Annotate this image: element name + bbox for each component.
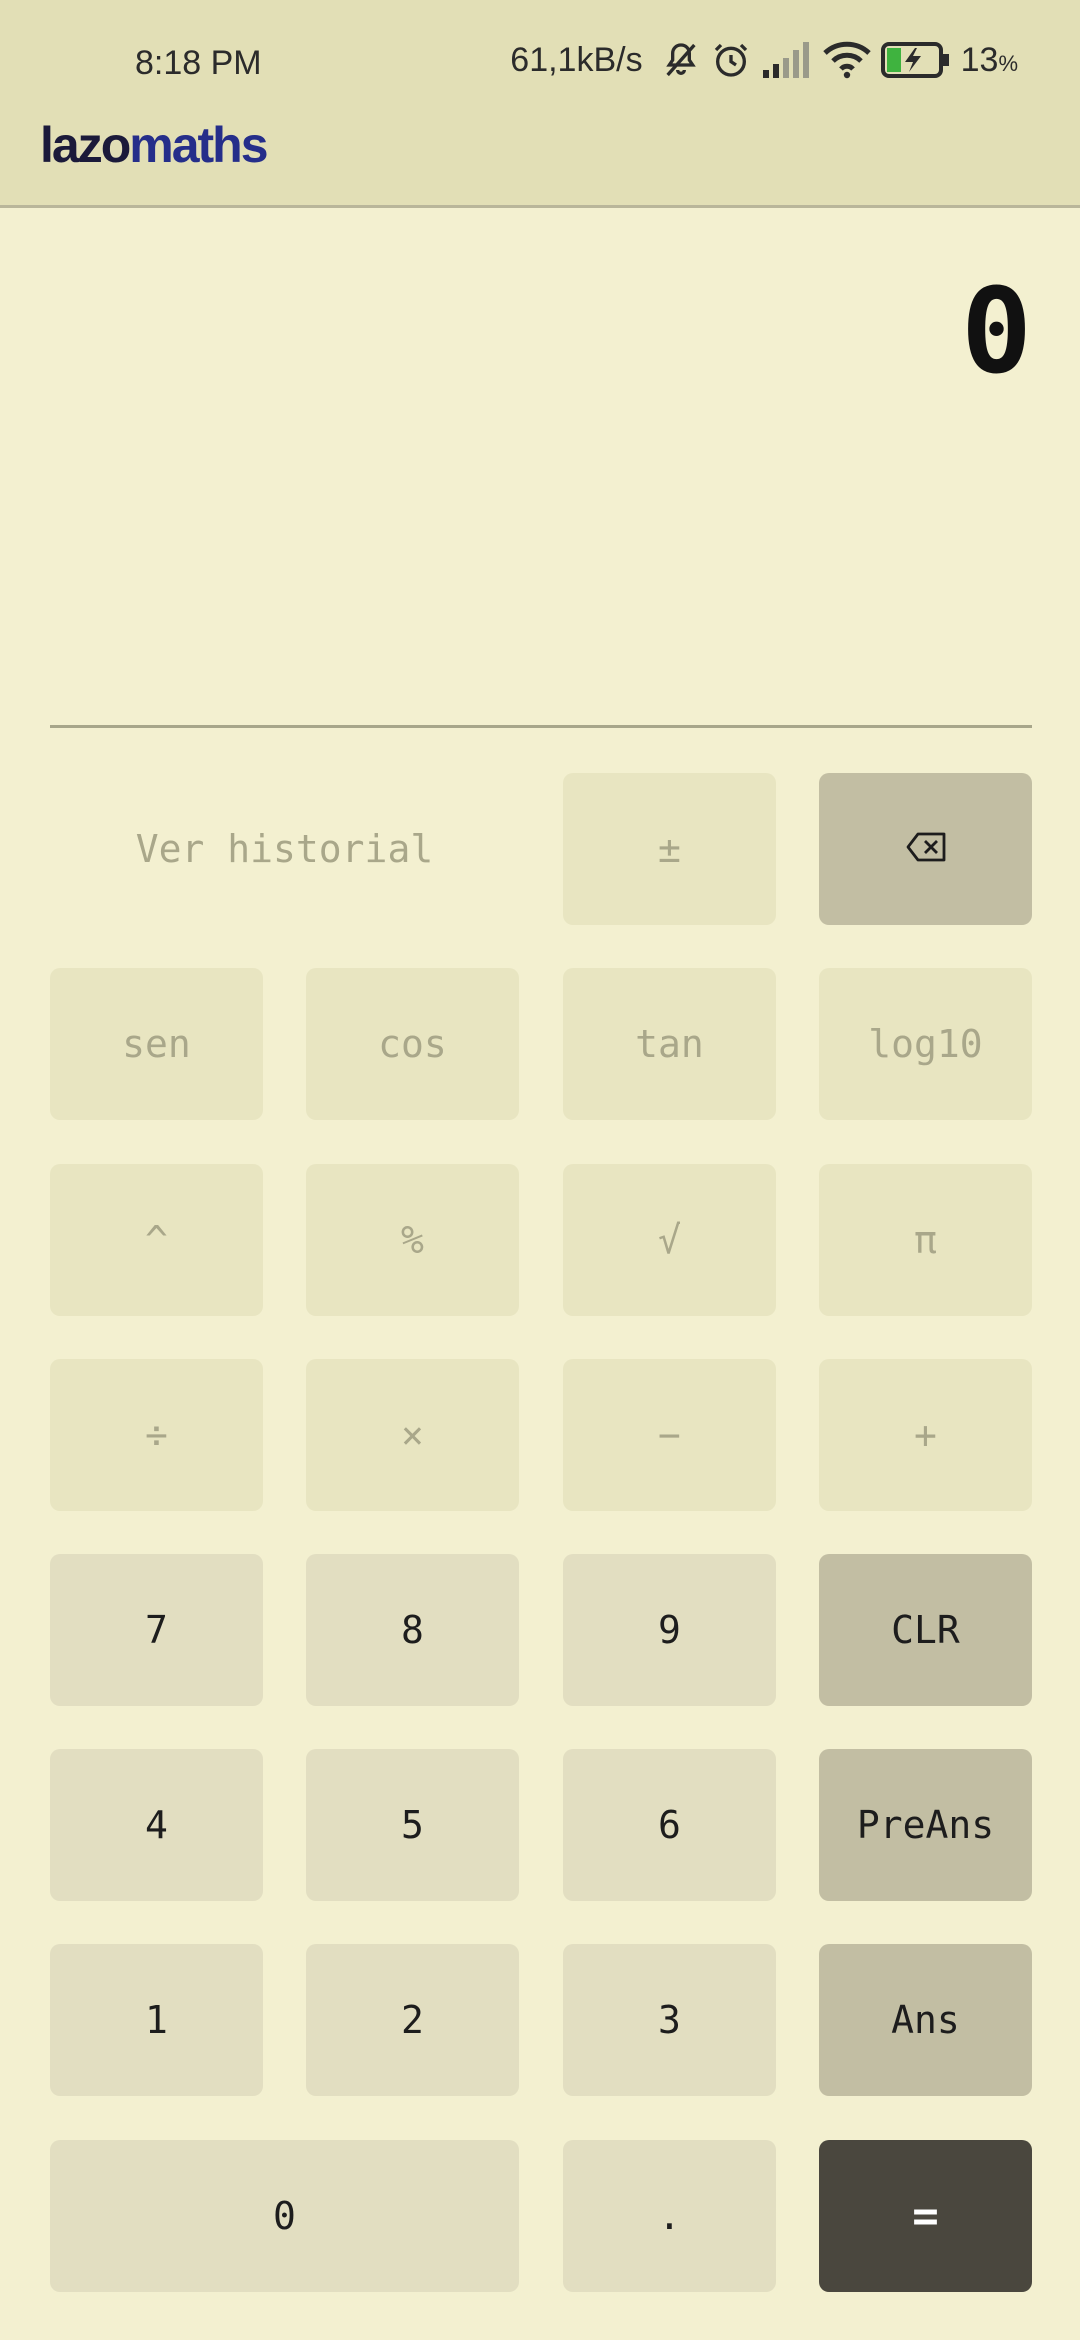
- mute-bell-icon: [661, 40, 701, 80]
- digit-8-button[interactable]: 8: [306, 1554, 519, 1706]
- view-history-button[interactable]: Ver historial: [50, 773, 519, 925]
- digit-6-button[interactable]: 6: [563, 1749, 776, 1901]
- digit-9-button[interactable]: 9: [563, 1554, 776, 1706]
- logo-part-lazo: lazo: [40, 117, 131, 173]
- status-bar: 8:18 PM 61,1kB/s 13%: [0, 0, 1080, 126]
- preans-button[interactable]: PreAns: [819, 1749, 1032, 1901]
- calculator-display: 0: [50, 210, 1032, 727]
- digit-5-button[interactable]: 5: [306, 1749, 519, 1901]
- digit-2-button[interactable]: 2: [306, 1944, 519, 2096]
- ans-button[interactable]: Ans: [819, 1944, 1032, 2096]
- digit-3-button[interactable]: 3: [563, 1944, 776, 2096]
- power-button[interactable]: ^: [50, 1164, 263, 1316]
- signal-icon: [761, 42, 813, 78]
- wifi-icon: [822, 41, 871, 79]
- tangent-button[interactable]: tan: [563, 968, 776, 1120]
- clear-button[interactable]: CLR: [819, 1554, 1032, 1706]
- digit-7-button[interactable]: 7: [50, 1554, 263, 1706]
- plus-button[interactable]: +: [819, 1359, 1032, 1511]
- logo-part-maths: maths: [129, 117, 268, 173]
- backspace-button[interactable]: [819, 773, 1032, 925]
- pi-button[interactable]: π: [819, 1164, 1032, 1316]
- divide-button[interactable]: ÷: [50, 1359, 263, 1511]
- sine-button[interactable]: sen: [50, 968, 263, 1120]
- battery-percent-unit: %: [998, 50, 1018, 76]
- plus-minus-button[interactable]: ±: [563, 773, 776, 925]
- multiply-button[interactable]: ×: [306, 1359, 519, 1511]
- percent-button[interactable]: %: [306, 1164, 519, 1316]
- status-right: 61,1kB/s 13%: [510, 40, 1018, 80]
- log10-button[interactable]: log10: [819, 968, 1032, 1120]
- display-value: 0: [960, 262, 1032, 400]
- battery-charging-icon: [880, 42, 951, 78]
- cosine-button[interactable]: cos: [306, 968, 519, 1120]
- battery-percent-value: 13: [960, 40, 999, 79]
- network-speed: 61,1kB/s: [510, 40, 643, 79]
- minus-button[interactable]: −: [563, 1359, 776, 1511]
- sqrt-button[interactable]: √: [563, 1164, 776, 1316]
- decimal-point-button[interactable]: .: [563, 2140, 776, 2292]
- backspace-icon: [906, 827, 946, 871]
- app-logo: lazomaths: [40, 116, 269, 174]
- digit-0-button[interactable]: 0: [50, 2140, 519, 2292]
- battery-percent: 13%: [961, 41, 1018, 80]
- digit-1-button[interactable]: 1: [50, 1944, 263, 2096]
- alarm-icon: [711, 40, 751, 80]
- status-time: 8:18 PM: [135, 44, 262, 82]
- digit-4-button[interactable]: 4: [50, 1749, 263, 1901]
- app-header: 8:18 PM 61,1kB/s 13% lazomaths: [0, 0, 1080, 208]
- display-divider: [50, 725, 1032, 728]
- equals-button[interactable]: =: [819, 2140, 1032, 2292]
